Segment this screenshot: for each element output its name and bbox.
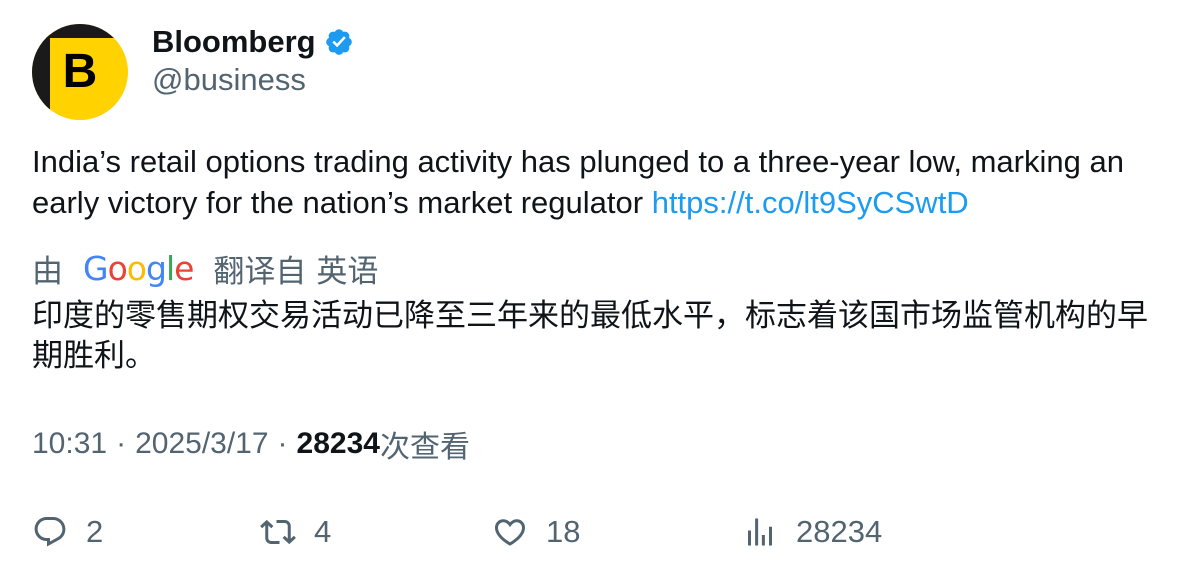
reply-button[interactable]: 2: [32, 508, 103, 556]
translation-source-language: 英语: [316, 253, 379, 289]
meta-separator: ·: [116, 427, 127, 460]
tweet-meta: 10:31 · 2025/3/17 · 28234 次查看: [32, 424, 470, 464]
tweet-time[interactable]: 10:31: [32, 427, 107, 461]
retweet-icon: [260, 519, 296, 545]
translation-label: 翻译自: [213, 253, 307, 289]
meta-separator: ·: [277, 427, 288, 460]
author-name-row: Bloomberg: [152, 22, 354, 62]
views-count: 28234: [296, 427, 380, 460]
reply-icon: [34, 517, 66, 547]
avatar-letter: B: [62, 45, 98, 98]
translation-prefix: 由: [32, 253, 63, 289]
views-button[interactable]: 28234: [742, 508, 882, 556]
like-button[interactable]: 18: [492, 508, 580, 556]
tweet-text: India’s retail options trading activity …: [32, 141, 1172, 223]
translated-tweet-text: 印度的零售期权交易活动已降至三年来的最低水平，标志着该国市场监管机构的早期胜利。: [32, 298, 1148, 374]
verified-badge-icon[interactable]: [324, 27, 354, 57]
reply-count: 2: [86, 514, 104, 549]
translation-attribution: 由 Google 翻译自 英语: [32, 246, 378, 290]
retweet-count: 4: [314, 514, 332, 549]
google-logo: Google: [83, 248, 194, 288]
bar-chart-icon: [748, 518, 772, 546]
heart-icon: [494, 519, 526, 546]
author-handle[interactable]: @business: [152, 62, 306, 98]
views-action-count: 28234: [796, 514, 883, 549]
avatar[interactable]: B: [32, 24, 128, 120]
tweet-link[interactable]: https://t.co/lt9SyCSwtD: [652, 185, 969, 220]
like-count: 18: [546, 514, 581, 549]
tweet-date[interactable]: 2025/3/17: [135, 427, 268, 461]
action-bar: 2 4 18 28234: [0, 508, 1196, 556]
views-label: 次查看: [379, 431, 470, 464]
retweet-button[interactable]: 4: [260, 508, 331, 556]
display-name[interactable]: Bloomberg: [152, 24, 316, 60]
